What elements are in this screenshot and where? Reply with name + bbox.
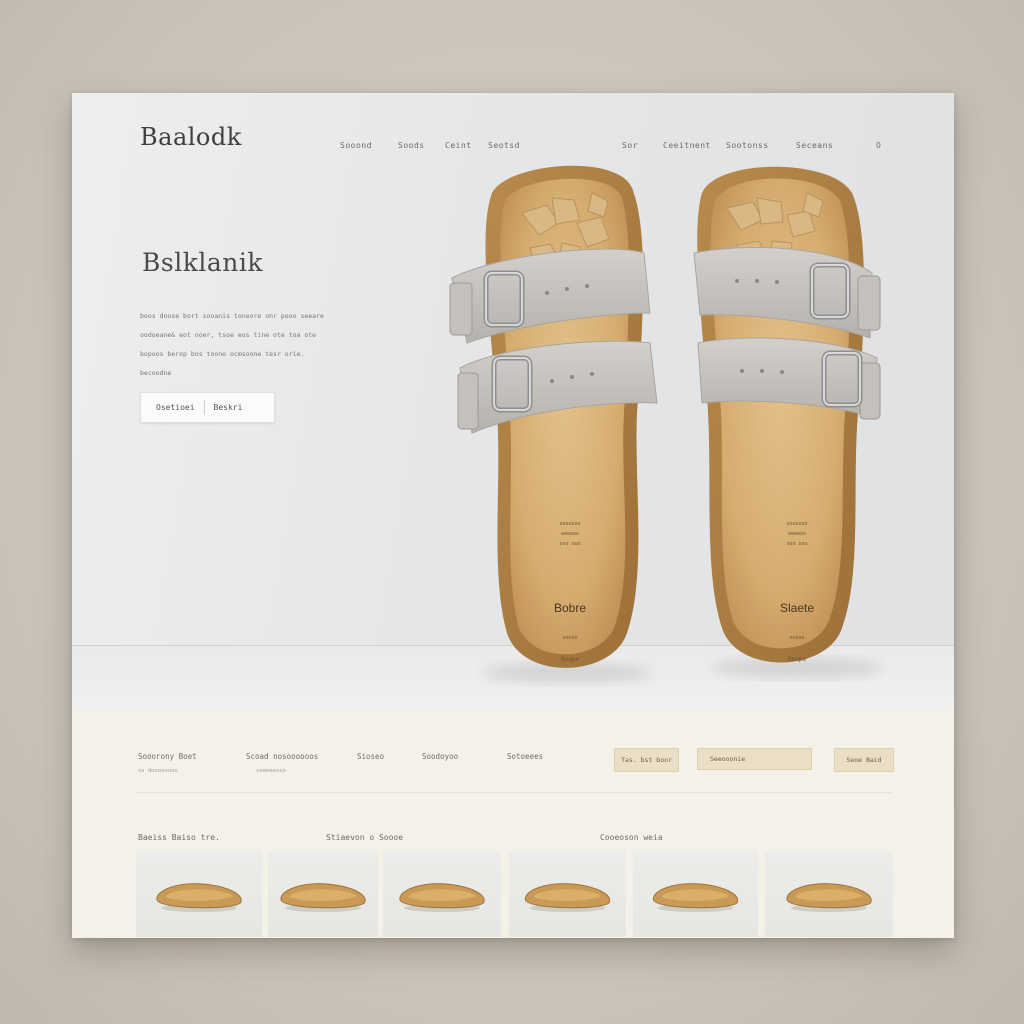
product-tile[interactable] [136,851,262,937]
insole-fine-print: ooo ooo [786,541,807,547]
filter-label[interactable]: Scoad nosoooooos [246,752,318,761]
right-sandal [693,166,881,663]
insole-fine-print: ooooooo [786,521,807,527]
filter-label[interactable]: Sooorony Boet [138,752,197,761]
filter-button-3[interactable]: Seoe Baid [834,748,894,772]
insole-fine-print: ooooooo [559,521,580,527]
nav-item-6[interactable]: Ceeitnent [663,141,711,150]
hero-cta-group: Osetioei Beskri [140,392,275,423]
hero-description: boos doose bort sooanis toneore onr pooo… [140,307,340,383]
product-tile[interactable] [509,851,626,937]
hero-line: bopoos berop bos toone ocmsoone tesr ori… [140,350,305,358]
filter-button-1[interactable]: Tas. bst boor [614,748,679,772]
section-divider [136,792,893,793]
product-tile[interactable] [765,851,893,937]
product-tile[interactable] [383,851,501,937]
cta-secondary-button[interactable]: Beskri [214,403,243,412]
page-frame: Baalodk Sooond Soods Ceint Seotsd Sor Ce… [72,93,954,938]
filter-button-2[interactable]: Seeooonie [697,748,812,770]
lower-section: Sooorony Boet Scoad nosoooooos Sioseo So… [72,708,954,938]
nav-item-9[interactable]: O [876,141,881,150]
category-label[interactable]: Baeiss Baiso tre. [138,833,220,842]
insole-fine-print: ooooo [562,635,577,641]
nav-item-5[interactable]: Sor [622,141,638,150]
category-label[interactable]: Cooeoson weia [600,833,663,842]
category-label[interactable]: Stiaevon o Soooe [326,833,403,842]
sole-thumbnail [399,883,485,912]
insole-fine-print: eeeeoo [788,531,806,537]
sole-thumbnail [786,883,872,912]
right-insole-brand: Slaete [780,601,814,615]
product-tile[interactable] [633,851,758,937]
hero-line: oodoeane& eot ooer, tsoe eos tine ote to… [140,331,317,339]
sole-thumbnail [652,883,739,912]
hero-line: boos doose bort sooanis toneore onr pooo… [140,312,324,320]
nav-item-8[interactable]: Seceans [796,141,833,150]
hero-section: Baalodk Sooond Soods Ceint Seotsd Sor Ce… [72,93,954,709]
hero-title: Bslklanik [142,248,263,277]
sole-thumbnail [524,883,611,912]
product-tile[interactable] [268,851,378,937]
insole-fine-print: eeeeoo [561,531,579,537]
nav-item-2[interactable]: Soods [398,141,425,150]
left-insole-brand: Bobre [554,601,586,615]
filter-label[interactable]: Soodoyoo [422,752,458,761]
insole-fine-print: ooooo [789,635,804,641]
nav-item-4[interactable]: Seotsd [488,141,520,150]
sole-thumbnail [280,883,366,912]
filter-label[interactable]: Sotoeees [507,752,543,761]
insole-fine-print: ooo ooo [559,541,580,547]
cta-primary-button[interactable]: Osetioei [156,403,195,412]
insole-fine-print: Boope [561,656,579,663]
nav-item-3[interactable]: Ceint [445,141,472,150]
filter-label[interactable]: Sioseo [357,752,384,761]
product-image[interactable]: ooooooo eeeeoo ooo ooo ooooooo eeeeoo oo… [412,153,912,693]
nav-item-7[interactable]: Sootonss [726,141,769,150]
left-sandal [449,165,658,668]
sole-thumbnail [156,883,242,912]
filter-sublabel: ss doooooooo [138,768,178,774]
filter-sublabel: soeeeeoso [256,768,286,774]
cta-divider [203,400,205,415]
hero-line: becoodne [140,369,172,377]
insole-fine-print: Boope [788,656,806,663]
nav-item-1[interactable]: Sooond [340,141,372,150]
